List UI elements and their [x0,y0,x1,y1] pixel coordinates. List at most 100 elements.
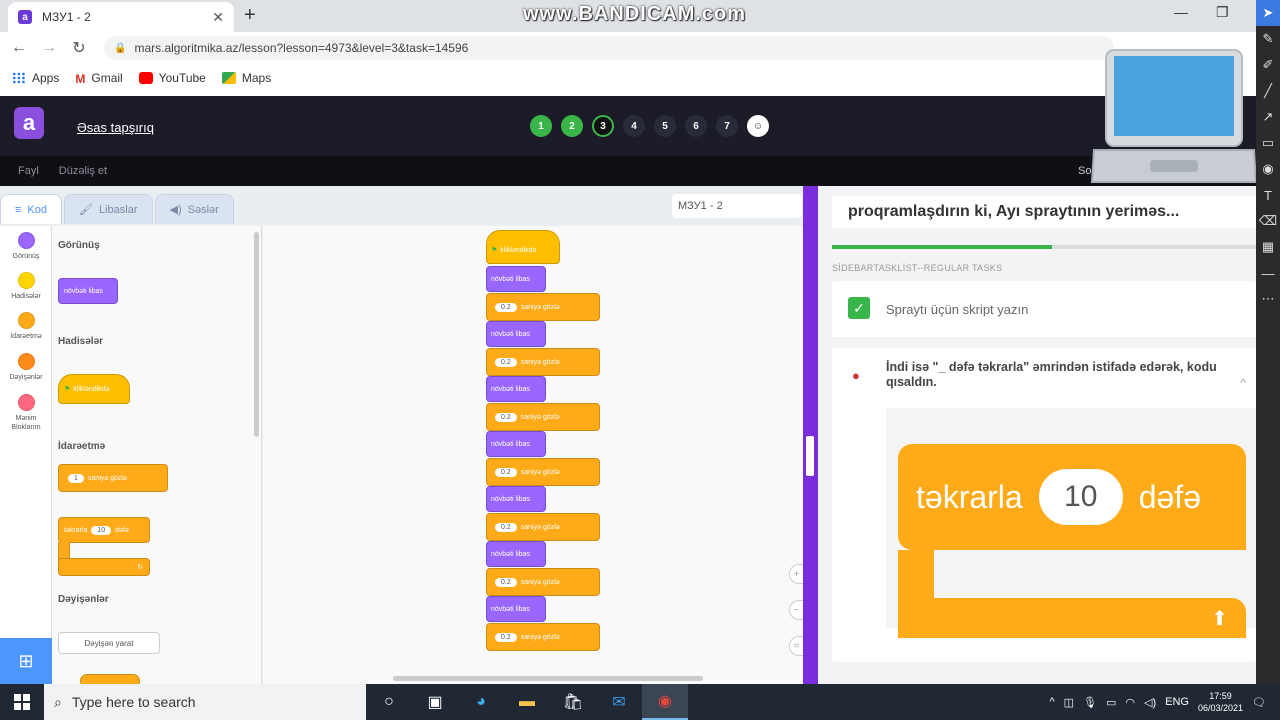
script-block-wait[interactable]: 0.2 saniyə gözlə [486,623,600,651]
reload-icon[interactable]: ↻ [64,38,94,58]
edge-icon[interactable]: ◕ [458,684,504,720]
task-card-2[interactable]: ● İndi isə "_ dəfə təkrarla" əmrindən is… [832,348,1256,662]
arrow-icon[interactable]: ↗ [1256,104,1280,130]
script-block-wait[interactable]: 0.2 saniyə gözlə [486,293,600,321]
algoritmika-logo[interactable]: a [14,107,44,139]
script-block-next-costume[interactable]: növbəti libas [486,376,546,402]
step-indicator[interactable]: 7 [716,115,738,137]
meet-now-icon[interactable]: ◫ [1064,696,1074,709]
bookmark-maps[interactable]: Maps [221,71,271,85]
category-events[interactable]: Hadisələr [0,272,52,301]
windows-start-icon[interactable] [0,694,44,710]
task-card-1[interactable]: ✓ Spraytı üçün skript yazın [832,281,1256,337]
step-indicator[interactable]: 4 [623,115,645,137]
script-block-wait[interactable]: 0.2 saniyə gözlə [486,513,600,541]
cursor-icon[interactable]: ➤ [1256,0,1280,26]
notifications-icon[interactable]: 🗨 [1252,696,1266,709]
block-next-costume[interactable]: növbəti libas [58,278,118,304]
microphone-icon[interactable]: 🎙 [1083,696,1097,709]
step-indicator[interactable]: 3 [592,115,614,137]
rectangle-icon[interactable]: ▭ [1256,130,1280,156]
category-control[interactable]: İdarəetmə [0,312,52,341]
block-when-flag-clicked[interactable]: ⚑ klikləndikdə [58,374,130,404]
block-input[interactable]: 0.2 [495,357,517,367]
block-input[interactable]: 1 [68,473,84,483]
chevron-up-icon[interactable]: ^ [1240,376,1246,390]
block-input[interactable]: 0.2 [495,467,517,477]
forward-arrow-icon[interactable]: → [34,39,64,57]
script-block-wait[interactable]: 0.2 saniyə gözlə [486,568,600,596]
script-block-next-costume[interactable]: növbəti libas [486,321,546,347]
taskbar-search-box[interactable]: ⌕ Type here to search [44,684,366,720]
block-input[interactable]: 0.2 [495,522,517,532]
line-icon[interactable]: ╱ [1256,78,1280,104]
variable-reporter-block[interactable] [80,674,140,684]
back-arrow-icon[interactable]: ← [4,39,34,57]
block-wait[interactable]: 1 saniyə gözlə [58,464,168,492]
bookmark-gmail[interactable]: M Gmail [75,71,122,86]
chrome-icon[interactable]: ◉ [642,684,688,720]
script-block-wait[interactable]: 0.2 saniyə gözlə [486,403,600,431]
more-icon[interactable]: ⋯ [1256,286,1280,312]
battery-icon[interactable]: ▭ [1106,696,1116,709]
bookmark-apps[interactable]: Apps [12,71,59,85]
category-my-blocks[interactable]: Mənim Bloklarım [0,394,52,432]
tab-code[interactable]: ≡ Kod [0,194,62,224]
eraser-icon[interactable]: ⌫ [1256,208,1280,234]
file-explorer-icon[interactable]: ▬ [504,684,550,720]
menu-file[interactable]: Fayl [18,165,39,177]
clock[interactable]: 17:59 06/03/2021 [1198,690,1243,714]
language-indicator[interactable]: ENG [1165,696,1189,708]
bookmark-youtube[interactable]: YouTube [138,71,206,85]
browser-tab[interactable]: a МЗУ1 - 2 ✕ [8,2,234,32]
close-tab-icon[interactable]: ✕ [212,9,224,26]
step-indicator-smile[interactable]: ☺ [747,115,769,137]
new-tab-button[interactable]: + [244,4,256,27]
zoom-in-icon[interactable]: + [789,564,803,584]
show-hidden-icons[interactable]: ^ [1049,696,1054,708]
block-input[interactable]: 10 [91,525,112,535]
menu-edit[interactable]: Düzəliş et [59,165,107,177]
script-block-next-costume[interactable]: növbəti libas [486,596,546,622]
marker-icon[interactable]: ✐ [1256,52,1280,78]
volume-icon[interactable]: ◁) [1144,696,1156,709]
wifi-icon[interactable]: ◠ [1125,696,1135,709]
step-indicator[interactable]: 6 [685,115,707,137]
step-indicator[interactable]: 1 [530,115,552,137]
script-block-next-costume[interactable]: növbəti libas [486,431,546,457]
grid-icon[interactable]: ▦ [1256,234,1280,260]
divider-handle[interactable] [806,436,814,476]
palette-scrollbar[interactable] [254,232,259,437]
add-extension-icon[interactable]: ⊞ [0,638,52,684]
step-indicator[interactable]: 5 [654,115,676,137]
cortana-icon[interactable]: ○ [366,684,412,720]
make-variable-button[interactable]: Dəyişən yarat [58,632,160,654]
pen-icon[interactable]: ✎ [1256,26,1280,52]
block-input[interactable]: 0.2 [495,577,517,587]
code-workspace[interactable]: ⚑ klikləndikdə növbəti libas 0.2 saniyə göz… [263,226,803,684]
script-block-next-costume[interactable]: növbəti libas [486,266,546,292]
text-icon[interactable]: T [1256,182,1280,208]
script-hat-when-clicked[interactable]: ⚑ klikləndikdə [486,230,560,264]
zoom-reset-icon[interactable]: = [789,636,803,656]
main-task-link[interactable]: Əsas tapşırıq [77,120,154,135]
task-view-icon[interactable]: ▣ [412,684,458,720]
mail-icon[interactable]: ✉ [596,684,642,720]
maximize-icon[interactable]: ❐ [1216,4,1229,21]
line-width-icon[interactable]: — [1256,260,1280,286]
workspace-horizontal-scrollbar[interactable] [393,676,703,681]
script-block-next-costume[interactable]: növbəti libas [486,486,546,512]
palette-icon[interactable]: ◉ [1256,156,1280,182]
script-block-wait[interactable]: 0.2 saniyə gözlə [486,458,600,486]
script-block-wait[interactable]: 0.2 saniyə gözlə [486,348,600,376]
minimize-icon[interactable]: — [1174,4,1188,20]
panel-divider[interactable] [803,186,818,684]
script-block-next-costume[interactable]: növbəti libas [486,541,546,567]
category-looks[interactable]: Görünüş [0,232,52,261]
block-repeat[interactable]: təkrarla 10 dəfə [58,517,150,543]
block-input[interactable]: 0.2 [495,632,517,642]
block-input[interactable]: 0.2 [495,412,517,422]
store-icon[interactable]: 🛍 [550,684,596,720]
category-variables[interactable]: Dəyişənlər [0,353,52,382]
url-field[interactable]: 🔒 mars.algoritmika.az/lesson?lesson=4973… [104,36,1114,60]
